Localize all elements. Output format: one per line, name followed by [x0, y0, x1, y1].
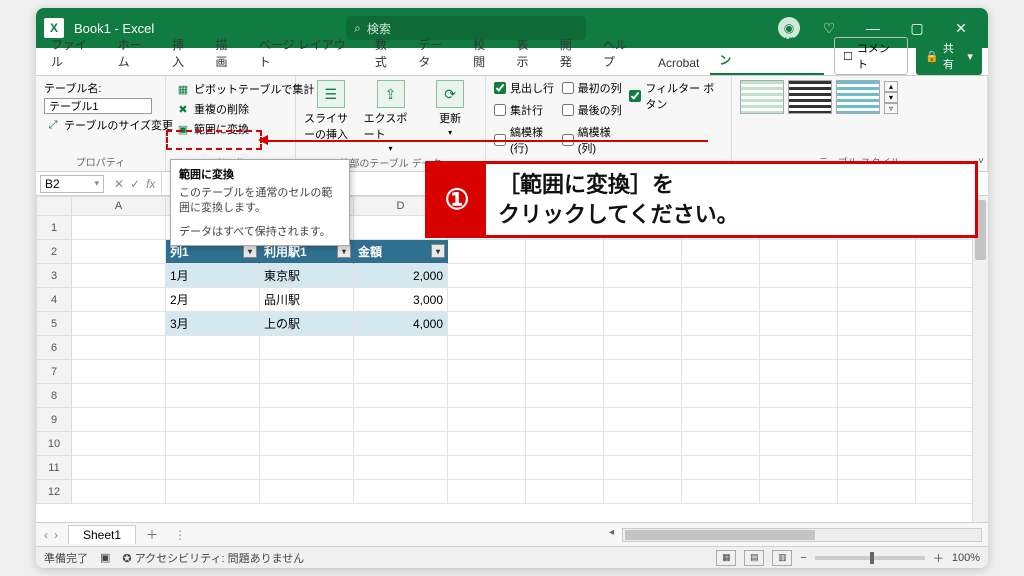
tab-pagelayout[interactable]: ページ レイアウト: [250, 31, 364, 75]
macro-rec-icon[interactable]: ▣: [100, 551, 110, 564]
gallery-more[interactable]: ▿: [884, 103, 898, 114]
table-cell[interactable]: 4,000: [354, 312, 448, 336]
tab-home[interactable]: ホーム: [109, 31, 162, 75]
tab-table-design[interactable]: テーブル デザイン: [710, 29, 824, 75]
sheet-prev-icon[interactable]: ‹: [44, 528, 48, 542]
table-cell[interactable]: 東京駅: [260, 264, 354, 288]
tab-file[interactable]: ファイル: [42, 31, 107, 75]
app-window: X Book1 - Excel ⌕ 検索 ◉ ♡ — ▢ ✕ ファイル ホーム …: [36, 8, 988, 568]
annotation-step-number: ①: [428, 164, 486, 235]
tab-draw[interactable]: 描画: [206, 31, 247, 75]
status-bar: 準備完了 ▣ ✪ アクセシビリティ: 問題ありません ▦ ▤ ▥ − ＋ 100…: [36, 546, 988, 568]
opt-first-col[interactable]: 最初の列: [562, 80, 624, 96]
style-swatch[interactable]: [740, 80, 784, 114]
share-button[interactable]: 🔒 共有 ▾: [916, 37, 982, 75]
refresh-button[interactable]: ⟳更新▾: [423, 80, 477, 137]
export-button[interactable]: ⇪エクスポート▾: [364, 80, 418, 153]
table-header[interactable]: 金額▾: [354, 240, 448, 264]
view-pagebreak-button[interactable]: ▥: [772, 550, 792, 566]
status-ready: 準備完了: [44, 550, 88, 566]
table-cell[interactable]: 2,000: [354, 264, 448, 288]
horizontal-scrollbar[interactable]: ◂▸: [622, 528, 982, 542]
opt-total-row[interactable]: 集計行: [494, 102, 556, 118]
sheet-next-icon[interactable]: ›: [54, 528, 58, 542]
add-sheet-button[interactable]: ＋: [136, 526, 168, 543]
opt-filter-button[interactable]: フィルター ボタン: [629, 80, 723, 112]
tab-help[interactable]: ヘルプ: [594, 31, 647, 75]
annotation-callout: ① ［範囲に変換］を クリックしてください。: [425, 161, 978, 238]
table-cell[interactable]: 1月: [166, 264, 260, 288]
style-swatch[interactable]: [836, 80, 880, 114]
table-cell[interactable]: 2月: [166, 288, 260, 312]
convert-to-range-button[interactable]: ▣範囲に変換: [174, 120, 316, 138]
opt-last-col[interactable]: 最後の列: [562, 102, 624, 118]
select-all-corner[interactable]: [36, 196, 72, 216]
table-cell[interactable]: 3月: [166, 312, 260, 336]
tab-acrobat[interactable]: Acrobat: [649, 51, 708, 75]
cancel-icon[interactable]: ✕: [114, 177, 124, 191]
table-cell[interactable]: 上の駅: [260, 312, 354, 336]
gallery-down[interactable]: ▾: [884, 92, 898, 103]
vertical-scrollbar[interactable]: [972, 196, 988, 522]
annotation-arrow: [268, 140, 708, 142]
tab-formulas[interactable]: 数式: [366, 31, 407, 75]
confirm-icon[interactable]: ✓: [130, 177, 140, 191]
accessibility-status[interactable]: ✪ アクセシビリティ: 問題ありません: [122, 550, 304, 566]
view-normal-button[interactable]: ▦: [716, 550, 736, 566]
filter-dropdown-icon[interactable]: ▾: [337, 244, 351, 258]
filter-dropdown-icon[interactable]: ▾: [243, 244, 257, 258]
annotation-arrowhead: [258, 135, 268, 145]
table-name-input[interactable]: [44, 98, 152, 114]
sheet-tab-overflow[interactable]: ⋮: [168, 528, 192, 542]
tab-review[interactable]: 校閲: [464, 31, 505, 75]
table-name-label: テーブル名:: [44, 80, 175, 96]
row-headers[interactable]: 123456789101112: [36, 216, 72, 504]
opt-header-row[interactable]: 見出し行: [494, 80, 556, 96]
zoom-level[interactable]: 100%: [952, 552, 980, 564]
tab-data[interactable]: データ: [409, 31, 462, 75]
tab-insert[interactable]: 挿入: [163, 31, 204, 75]
table-styles-gallery[interactable]: ▴▾▿: [740, 80, 898, 114]
name-box[interactable]: B2▾: [40, 175, 104, 193]
zoom-slider[interactable]: [815, 556, 925, 560]
ribbon-tabs: ファイル ホーム 挿入 描画 ページ レイアウト 数式 データ 校閲 表示 開発…: [36, 48, 988, 76]
collapse-ribbon-icon[interactable]: ˅: [978, 156, 984, 167]
tooltip-convert-to-range: 範囲に変換 このテーブルを通常のセルの範囲に変換します。 データはすべて保持され…: [170, 159, 350, 246]
pivot-summary-button[interactable]: ▦ピボットテーブルで集計: [174, 80, 316, 98]
gallery-up[interactable]: ▴: [884, 81, 898, 92]
annotation-text: ［範囲に変換］を クリックしてください。: [486, 164, 975, 235]
table-cell[interactable]: 品川駅: [260, 288, 354, 312]
filter-dropdown-icon[interactable]: ▾: [431, 244, 445, 258]
zoom-in-button[interactable]: ＋: [933, 550, 944, 566]
tab-dev[interactable]: 開発: [551, 31, 592, 75]
remove-duplicates-button[interactable]: ✖重複の削除: [174, 100, 316, 118]
tab-view[interactable]: 表示: [507, 31, 548, 75]
style-swatch[interactable]: [788, 80, 832, 114]
table-cell[interactable]: 3,000: [354, 288, 448, 312]
comments-button[interactable]: ☐ コメント: [834, 37, 908, 75]
resize-table-button[interactable]: ⤢テーブルのサイズ変更: [44, 116, 175, 134]
fx-icon[interactable]: fx: [146, 177, 155, 191]
slicer-button[interactable]: ☰スライサーの挿入: [304, 80, 358, 142]
ribbon: テーブル名: ⤢テーブルのサイズ変更 プロパティ ▦ピボットテーブルで集計 ✖重…: [36, 76, 988, 172]
zoom-out-button[interactable]: −: [800, 552, 806, 564]
sheet-tab-bar: ‹ › Sheet1 ＋ ⋮ ◂▸: [36, 522, 988, 546]
view-pagelayout-button[interactable]: ▤: [744, 550, 764, 566]
sheet-tab[interactable]: Sheet1: [68, 525, 136, 544]
